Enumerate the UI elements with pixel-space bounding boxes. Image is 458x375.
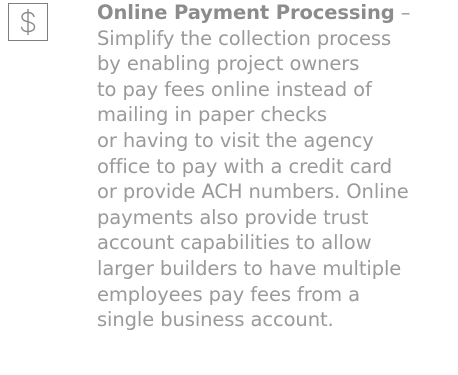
description-line: account capabilities to allow [97,231,372,255]
description-line: to pay fees online instead of [97,77,372,101]
feature-item-online-payment: Online Payment Processing – Simplify the… [0,0,458,375]
description-line: by enabling project owners [97,52,360,76]
description-line: or having to visit the agency [97,128,374,152]
feature-title: Online Payment Processing [97,1,395,24]
description-line: larger builders to have multiple [97,256,402,280]
description-line: Simplify the collection process [97,26,392,50]
dollar-sign-icon [8,3,48,41]
description-line: or provide ACH numbers. Online [97,180,409,204]
description-line: payments also provide trust [97,205,369,229]
feature-heading-line: Online Payment Processing – [97,0,455,26]
title-separator: – [394,1,411,24]
description-line: office to pay with a credit card [97,154,393,178]
description-line: mailing in paper checks [97,103,327,127]
description-line: single business account. [97,308,334,332]
description-line: employees pay fees from a [97,282,360,306]
feature-description: Online Payment Processing – Simplify the… [97,0,455,333]
